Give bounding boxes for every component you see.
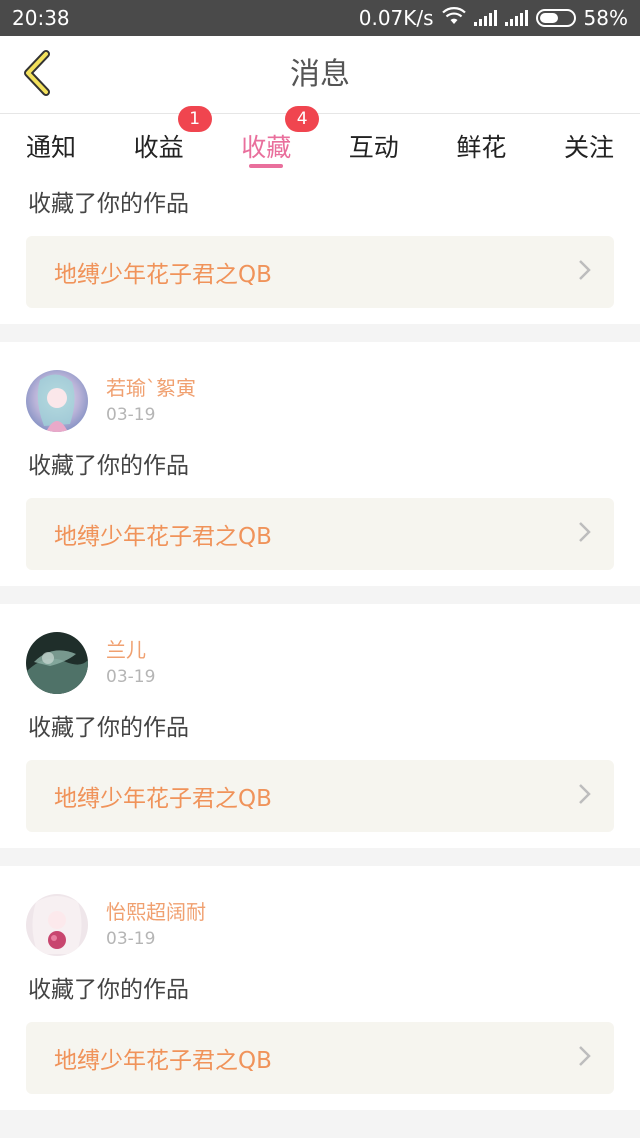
tab-interactions[interactable]: 互动	[349, 114, 399, 178]
user-row: 若瑜`絮寅 03-19	[26, 342, 614, 432]
chevron-right-icon	[578, 783, 592, 809]
work-title: 地缚少年花子君之QB	[54, 1048, 272, 1074]
tab-label: 鲜花	[456, 133, 507, 162]
favorites-feed[interactable]: 收藏了你的作品 地缚少年花子君之QB 若瑜`絮寅 03-19 收藏了你的作品 地…	[0, 178, 640, 1138]
page-title: 消息	[290, 57, 350, 92]
user-row: 兰儿 03-19	[26, 604, 614, 694]
work-link[interactable]: 地缚少年花子君之QB	[26, 236, 614, 308]
work-link[interactable]: 地缚少年花子君之QB	[26, 760, 614, 832]
item-date: 03-19	[106, 405, 156, 425]
list-item: 收藏了你的作品 地缚少年花子君之QB	[0, 178, 640, 324]
chevron-right-icon	[578, 259, 592, 285]
action-text: 收藏了你的作品	[28, 715, 189, 741]
work-link[interactable]: 地缚少年花子君之QB	[26, 498, 614, 570]
unread-badge: 4	[285, 106, 320, 132]
list-item: 兰儿 03-19 收藏了你的作品 地缚少年花子君之QB	[0, 604, 640, 848]
user-meta: 兰儿 03-19	[106, 636, 155, 690]
avatar[interactable]	[26, 894, 88, 956]
user-name[interactable]: 兰儿	[106, 636, 155, 664]
tab-earnings[interactable]: 收益 1	[133, 106, 212, 178]
app-header: 消息	[0, 36, 640, 114]
tab-flowers[interactable]: 鲜花	[456, 114, 506, 178]
network-speed: 0.07K/s	[358, 6, 434, 30]
item-date: 03-19	[106, 929, 156, 949]
tab-label: 互动	[348, 133, 399, 162]
list-item: 怡熙超阔耐 03-19 收藏了你的作品 地缚少年花子君之QB	[0, 866, 640, 1110]
work-link[interactable]: 地缚少年花子君之QB	[26, 1022, 614, 1094]
action-text: 收藏了你的作品	[28, 977, 189, 1003]
user-meta: 若瑜`絮寅 03-19	[106, 374, 196, 428]
work-title: 地缚少年花子君之QB	[54, 262, 272, 288]
active-tab-indicator	[249, 164, 284, 168]
user-name[interactable]: 若瑜`絮寅	[106, 374, 196, 402]
wifi-icon	[441, 6, 466, 30]
status-bar: 20:38 0.07K/s 58%	[0, 0, 640, 36]
user-meta: 怡熙超阔耐 03-19	[106, 898, 206, 952]
list-item: 若瑜`絮寅 03-19 收藏了你的作品 地缚少年花子君之QB	[0, 342, 640, 586]
tab-label: 通知	[26, 133, 77, 162]
battery-icon	[535, 9, 576, 27]
status-time: 20:38	[12, 6, 70, 30]
avatar[interactable]	[26, 632, 88, 694]
signal-icon	[504, 10, 528, 26]
status-icons: 0.07K/s 58%	[359, 6, 628, 30]
user-name[interactable]: 怡熙超阔耐	[106, 898, 206, 926]
tab-label: 收藏	[241, 133, 292, 162]
battery-percent: 58%	[583, 6, 628, 30]
tab-label: 收益	[133, 133, 184, 162]
tab-notify[interactable]: 通知	[26, 114, 76, 178]
message-tabs: 通知 收益 1 收藏 4 互动 鲜花 关注	[0, 106, 640, 178]
chevron-right-icon	[578, 1045, 592, 1071]
item-date: 03-19	[106, 667, 156, 687]
work-title: 地缚少年花子君之QB	[54, 524, 272, 550]
tab-label: 关注	[563, 133, 614, 162]
tab-favorites[interactable]: 收藏 4	[241, 106, 320, 178]
avatar[interactable]	[26, 370, 88, 432]
tab-follows[interactable]: 关注	[564, 114, 614, 178]
user-row: 怡熙超阔耐 03-19	[26, 866, 614, 956]
work-title: 地缚少年花子君之QB	[54, 786, 272, 812]
chevron-right-icon	[578, 521, 592, 547]
signal-icon	[473, 10, 497, 26]
unread-badge: 1	[177, 106, 212, 132]
action-text: 收藏了你的作品	[28, 191, 189, 217]
action-text: 收藏了你的作品	[28, 453, 189, 479]
